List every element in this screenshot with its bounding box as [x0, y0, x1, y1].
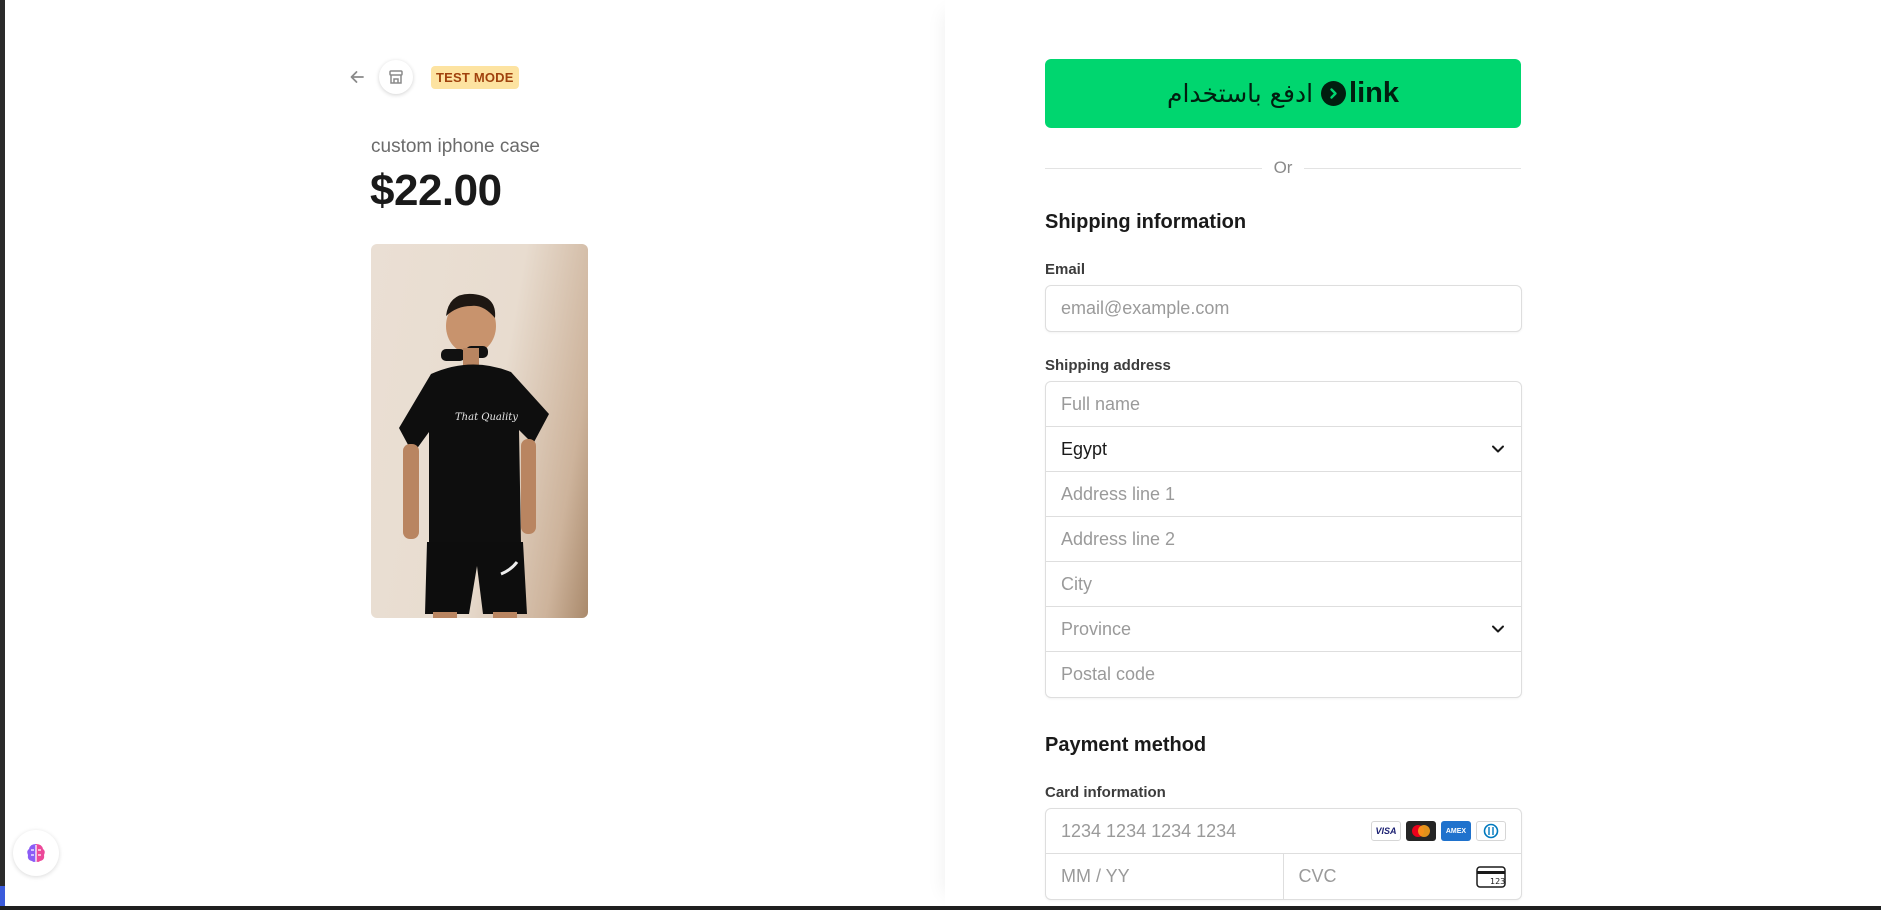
province-placeholder: Province — [1061, 618, 1132, 639]
expiry-field[interactable]: MM / YY — [1046, 854, 1284, 899]
shipping-section-title: Shipping information — [1045, 211, 1247, 233]
province-select[interactable]: Province — [1046, 607, 1521, 652]
or-divider: Or — [1045, 158, 1522, 178]
cvc-field[interactable]: CVC 123 — [1284, 854, 1522, 899]
checkout-screen: TEST MODE custom iphone case $22.00 That… — [0, 0, 1881, 910]
diners-icon — [1476, 821, 1506, 841]
visa-icon: VISA — [1371, 821, 1401, 841]
shipping-address-fields: Full name Egypt Address line 1 Address l… — [1045, 381, 1522, 698]
checkout-form-panel: ادفع باستخدام link Or Shipping informati… — [945, 0, 1881, 906]
product-price: $22.00 — [370, 166, 502, 215]
chevron-down-icon — [1492, 625, 1504, 633]
product-name: custom iphone case — [371, 136, 540, 157]
arrow-left-icon — [350, 71, 364, 83]
email-field[interactable]: email@example.com — [1045, 285, 1522, 332]
cvc-card-icon: 123 — [1476, 865, 1506, 888]
card-number-field[interactable]: 1234 1234 1234 1234 VISA AMEX — [1046, 809, 1521, 854]
payment-section-title: Payment method — [1045, 734, 1207, 756]
cvc-placeholder: CVC — [1298, 866, 1337, 886]
header-row: TEST MODE — [345, 60, 519, 94]
divider-line — [1304, 167, 1522, 169]
address-line2-field[interactable]: Address line 2 — [1046, 517, 1521, 562]
store-icon — [389, 70, 403, 84]
card-expiry-cvc-row: MM / YY CVC 123 — [1046, 854, 1521, 899]
svg-text:123: 123 — [1490, 877, 1505, 886]
divider-line — [1045, 167, 1262, 169]
chevron-down-icon — [1492, 445, 1504, 453]
shipping-address-label: Shipping address — [1045, 357, 1171, 374]
store-button[interactable] — [379, 60, 413, 94]
link-logo-text: link — [1349, 77, 1399, 109]
link-arrow-icon — [1321, 81, 1347, 106]
product-summary-panel: TEST MODE custom iphone case $22.00 That… — [5, 0, 945, 906]
expiry-placeholder: MM / YY — [1061, 866, 1130, 886]
country-select[interactable]: Egypt — [1046, 427, 1521, 472]
country-value: Egypt — [1061, 438, 1108, 459]
email-label: Email — [1045, 261, 1086, 278]
postal-code-placeholder: Postal code — [1061, 664, 1156, 684]
full-name-placeholder: Full name — [1061, 393, 1141, 414]
card-information-label: Card information — [1045, 784, 1166, 801]
or-label: Or — [1273, 158, 1293, 177]
city-field[interactable]: City — [1046, 562, 1521, 607]
product-image: That Quality — [371, 244, 588, 618]
window-bottom-edge — [0, 906, 1881, 910]
pay-with-label: ادفع باستخدام — [1166, 79, 1314, 108]
city-placeholder: City — [1061, 573, 1092, 594]
card-number-placeholder: 1234 1234 1234 1234 — [1061, 820, 1237, 841]
card-brands: VISA AMEX — [1371, 821, 1506, 841]
card-information-fields: 1234 1234 1234 1234 VISA AMEX MM / YY CV… — [1045, 808, 1522, 900]
svg-text:That Quality: That Quality — [455, 412, 518, 423]
postal-code-field[interactable]: Postal code — [1046, 652, 1521, 697]
address-line1-field[interactable]: Address line 1 — [1046, 472, 1521, 517]
mastercard-icon — [1406, 821, 1436, 841]
test-mode-badge: TEST MODE — [431, 65, 519, 89]
assistant-extension-button[interactable] — [13, 830, 59, 876]
full-name-field[interactable]: Full name — [1046, 382, 1521, 427]
link-logo: link — [1321, 77, 1399, 110]
brain-icon — [27, 844, 45, 862]
back-button[interactable] — [345, 65, 369, 89]
address-line1-placeholder: Address line 1 — [1061, 483, 1176, 504]
person-photo-illustration: That Quality — [399, 293, 549, 618]
amex-icon: AMEX — [1441, 821, 1471, 841]
pay-with-link-button[interactable]: ادفع باستخدام link — [1045, 59, 1521, 128]
address-line2-placeholder: Address line 2 — [1061, 528, 1176, 549]
